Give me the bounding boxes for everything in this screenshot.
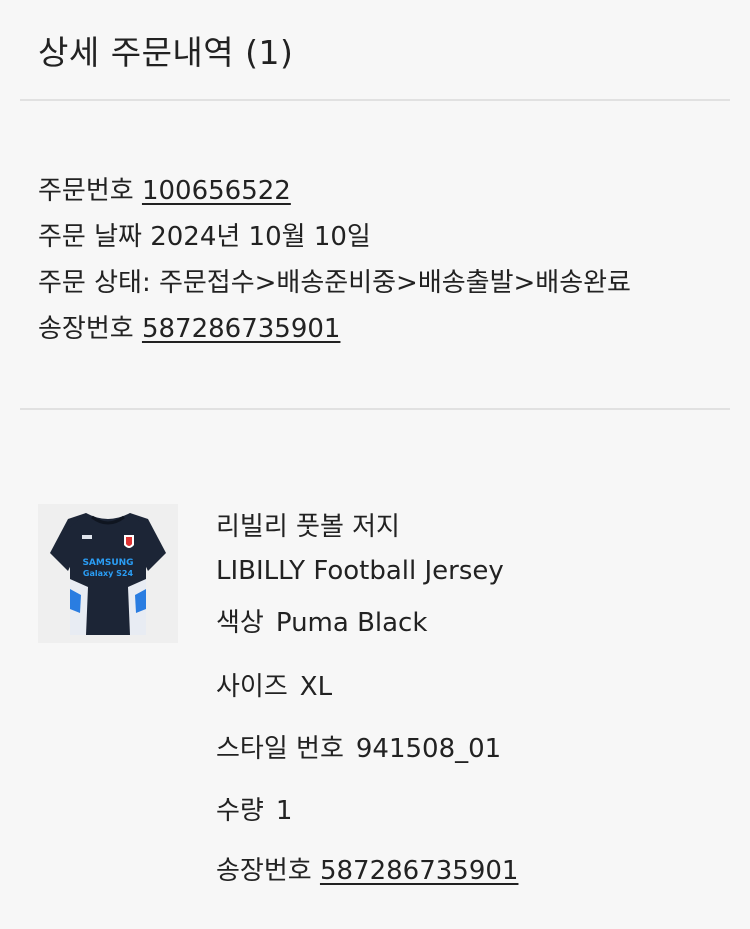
divider — [20, 408, 730, 410]
invoice-number-row: 송장번호 587286735901 — [38, 306, 631, 352]
order-date: 주문 날짜 2024년 10월 10일 — [38, 222, 371, 252]
product-invoice-row: 송장번호 587286735901 — [216, 850, 518, 887]
product-invoice-label: 송장번호 — [216, 856, 312, 886]
invoice-label: 송장번호 — [38, 314, 134, 344]
order-number-link[interactable]: 100656522 — [142, 176, 291, 206]
style-value: 941508_01 — [355, 734, 502, 764]
color-value: Puma Black — [275, 608, 428, 638]
quantity-value: 1 — [275, 796, 293, 826]
order-summary: 주문번호 100656522 주문 날짜 2024년 10월 10일 주문 상태… — [38, 168, 631, 352]
order-number-row: 주문번호 100656522 — [38, 168, 631, 214]
product-image[interactable]: SAMSUNG Galaxy S24 — [38, 504, 178, 643]
style-label: 스타일 번호 — [216, 734, 344, 764]
product-invoice-link[interactable]: 587286735901 — [320, 856, 519, 886]
quantity-label: 수량 — [216, 796, 264, 826]
product-quantity-row: 수량 1 — [216, 790, 292, 827]
order-status: 주문 상태: 주문접수>배송준비중>배송출발>배송완료 — [38, 268, 631, 298]
product-style-row: 스타일 번호 941508_01 — [216, 728, 501, 765]
size-value: XL — [299, 672, 333, 702]
svg-text:Galaxy S24: Galaxy S24 — [83, 569, 134, 578]
invoice-number-link[interactable]: 587286735901 — [142, 314, 341, 344]
divider — [20, 99, 730, 101]
page-title: 상세 주문내역 (1) — [38, 33, 294, 72]
product-color-row: 색상 Puma Black — [216, 602, 427, 639]
jersey-image: SAMSUNG Galaxy S24 — [50, 512, 166, 635]
product-name-ko: 리빌리 풋볼 저지 — [216, 512, 400, 542]
product-name-en: LIBILLY Football Jersey — [216, 556, 504, 586]
svg-text:SAMSUNG: SAMSUNG — [82, 558, 133, 568]
size-label: 사이즈 — [216, 672, 288, 702]
product-size-row: 사이즈 XL — [216, 666, 332, 703]
order-number-label: 주문번호 — [38, 176, 134, 206]
color-label: 색상 — [216, 608, 264, 638]
